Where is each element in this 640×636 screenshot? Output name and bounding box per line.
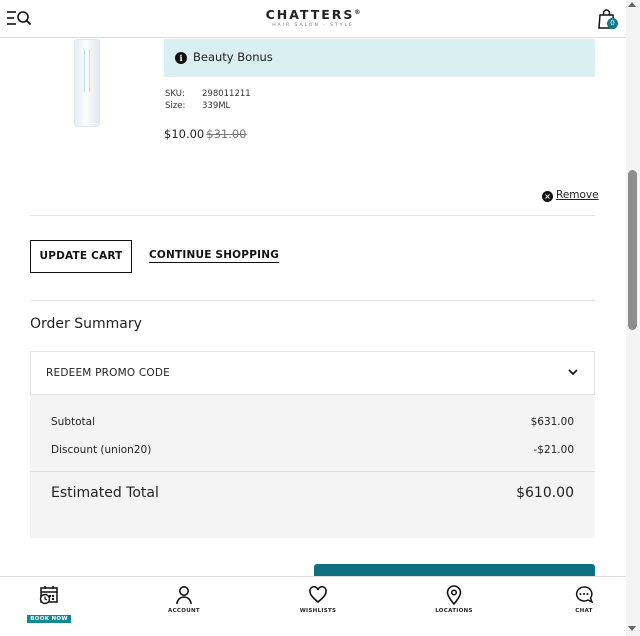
- beauty-bonus-text: Beauty Bonus: [193, 50, 273, 64]
- discount-label: Discount (union20): [51, 444, 152, 456]
- order-totals: Subtotal $631.00 Discount (union20) -$21…: [30, 395, 595, 538]
- map-pin-icon: [446, 585, 462, 605]
- estimated-total-row: Estimated Total $610.00: [51, 485, 574, 501]
- nav-chat[interactable]: CHAT: [549, 585, 619, 614]
- product-sku: SKU: 298011211: [165, 89, 251, 99]
- divider: [30, 300, 595, 301]
- product-size: Size: 339ML: [165, 101, 230, 111]
- beauty-bonus-banner: i Beauty Bonus: [164, 39, 595, 77]
- nav-locations[interactable]: LOCATIONS: [419, 585, 489, 614]
- nav-chat-label: CHAT: [575, 608, 593, 614]
- nav-book-now-label: BOOK NOW: [27, 615, 71, 623]
- subtotal-value: $631.00: [530, 416, 574, 428]
- original-price: $31.00: [206, 127, 247, 141]
- redeem-promo-accordion[interactable]: REDEEM PROMO CODE: [30, 351, 595, 395]
- chat-icon: [575, 586, 594, 604]
- subtotal-label: Subtotal: [51, 416, 95, 428]
- estimated-total-label: Estimated Total: [51, 485, 159, 501]
- heart-icon: [309, 585, 327, 604]
- nav-locations-label: LOCATIONS: [435, 608, 473, 614]
- site-header: CHATTERS® HAIR SALON · STYLE 0: [0, 0, 626, 38]
- update-cart-button[interactable]: UPDATE CART: [30, 240, 132, 273]
- product-price: $10.00 $31.00: [164, 127, 247, 141]
- nav-wishlists-label: WISHLISTS: [299, 608, 337, 614]
- sale-price: $10.00: [164, 127, 205, 141]
- sku-value: 298011211: [202, 89, 251, 99]
- calendar-clock-icon: [39, 586, 58, 605]
- discount-row: Discount (union20) -$21.00: [51, 444, 574, 456]
- brand-name: CHATTERS: [265, 7, 355, 22]
- bottom-nav: BOOK NOW ACCOUNT WISHLISTS LOCATIONS CHA…: [0, 576, 626, 636]
- close-circle-icon: ×: [542, 191, 553, 202]
- nav-account[interactable]: ACCOUNT: [149, 585, 219, 614]
- promo-label: REDEEM PROMO CODE: [46, 367, 170, 379]
- remove-label: Remove: [556, 189, 599, 201]
- continue-shopping-link[interactable]: CONTINUE SHOPPING: [149, 249, 280, 263]
- nav-wishlists[interactable]: WISHLISTS: [283, 585, 353, 614]
- subtotal-row: Subtotal $631.00: [51, 416, 574, 428]
- size-label: Size:: [165, 101, 186, 111]
- nav-account-label: ACCOUNT: [168, 608, 200, 614]
- divider: [30, 471, 595, 472]
- user-icon: [176, 586, 192, 605]
- divider: [30, 215, 595, 216]
- order-summary-title: Order Summary: [30, 316, 142, 332]
- chevron-down-icon: [568, 369, 578, 376]
- scroll-down-arrow-icon[interactable]: [628, 626, 636, 631]
- remove-item-link[interactable]: × Remove: [542, 189, 599, 202]
- scroll-up-arrow-icon[interactable]: [628, 2, 636, 7]
- brand-mark: ®: [354, 8, 361, 16]
- size-value: 339ML: [202, 101, 231, 111]
- info-icon: i: [175, 52, 187, 64]
- sku-label: SKU:: [165, 89, 185, 99]
- brand-subtitle: HAIR SALON · STYLE: [272, 23, 354, 28]
- discount-value: -$21.00: [533, 444, 574, 456]
- scrollbar-thumb[interactable]: [628, 170, 637, 330]
- estimated-total-value: $610.00: [516, 485, 574, 501]
- product-image[interactable]: [74, 39, 100, 127]
- cart-count-badge: 0: [607, 18, 618, 29]
- nav-book-now[interactable]: BOOK NOW: [14, 585, 84, 624]
- brand-logo[interactable]: CHATTERS® HAIR SALON · STYLE: [0, 7, 626, 28]
